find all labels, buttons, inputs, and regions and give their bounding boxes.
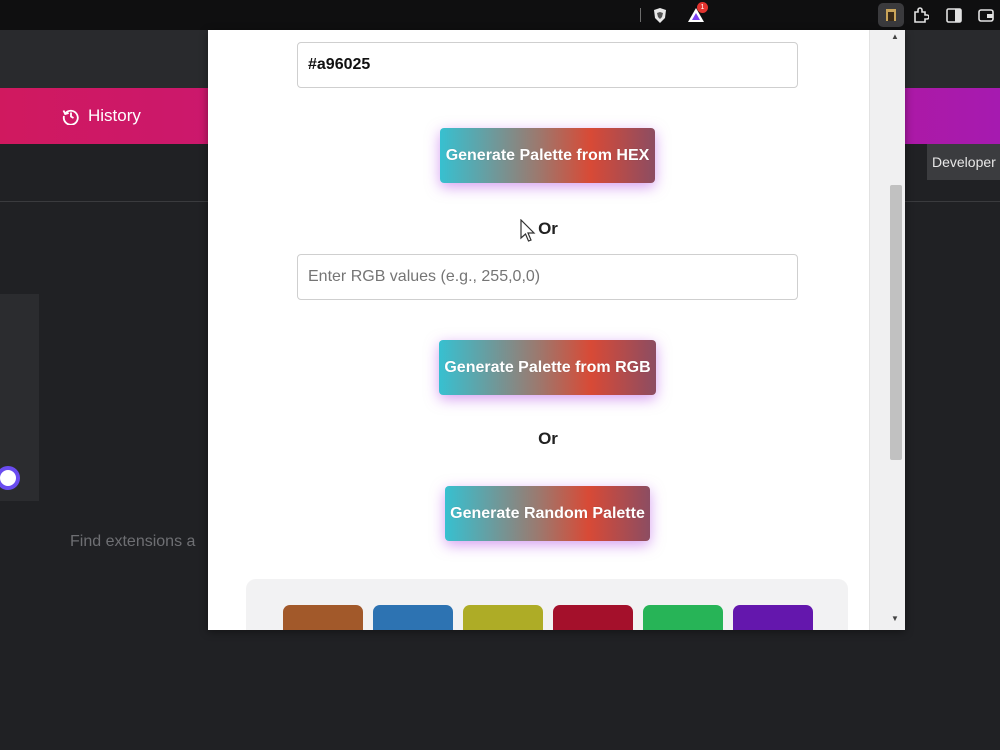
extension-active-icon[interactable] xyxy=(878,3,904,27)
history-icon xyxy=(62,109,79,125)
generate-random-palette-button[interactable]: Generate Random Palette xyxy=(445,486,650,541)
sidepanel-icon[interactable] xyxy=(944,5,964,25)
brave-shield-icon[interactable] xyxy=(650,5,670,25)
generate-from-hex-button[interactable]: Generate Palette from HEX xyxy=(440,128,655,183)
scrollbar-thumb[interactable] xyxy=(890,185,902,460)
palette-swatch[interactable] xyxy=(283,605,363,630)
history-button[interactable]: History xyxy=(62,104,141,128)
rewards-badge: 1 xyxy=(697,2,708,13)
rgb-input[interactable] xyxy=(297,254,798,300)
toolbar-separator xyxy=(640,8,641,22)
scroll-down-arrow-icon[interactable]: ▼ xyxy=(890,614,900,626)
puzzle-icon[interactable] xyxy=(910,5,930,25)
wallet-icon[interactable] xyxy=(976,5,996,25)
palette-swatch[interactable] xyxy=(373,605,453,630)
scroll-up-arrow-icon[interactable]: ▲ xyxy=(890,32,900,44)
mouse-cursor-icon xyxy=(520,219,536,242)
history-label: History xyxy=(88,106,141,125)
palette-swatch[interactable] xyxy=(643,605,723,630)
browser-toolbar xyxy=(0,0,1000,30)
developer-mode-tooltip[interactable]: Developer xyxy=(927,144,1000,180)
generate-from-rgb-button[interactable]: Generate Palette from RGB xyxy=(439,340,656,395)
palette-swatch[interactable] xyxy=(733,605,813,630)
brave-rewards-icon[interactable]: 1 xyxy=(686,2,708,25)
palette-swatch[interactable] xyxy=(463,605,543,630)
or-divider-label: Or xyxy=(538,429,558,448)
palette-swatch[interactable] xyxy=(553,605,633,630)
find-extensions-text: Find extensions a xyxy=(70,533,196,550)
palette-generator-popup: ▲ ▼ Generate Palette from HEX Or Generat… xyxy=(208,30,905,630)
hex-input[interactable] xyxy=(297,42,798,88)
